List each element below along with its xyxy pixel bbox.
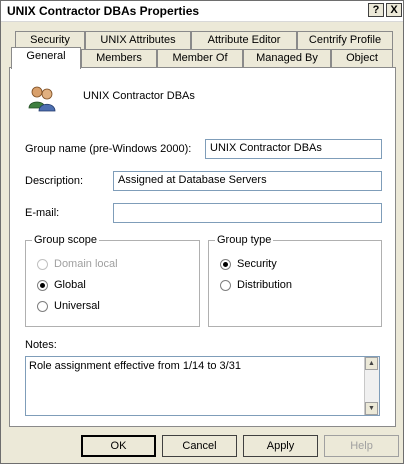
ok-button[interactable]: OK	[81, 435, 156, 457]
general-tab-panel: UNIX Contractor DBAs Group name (pre-Win…	[9, 67, 396, 427]
apply-button[interactable]: Apply	[243, 435, 318, 457]
close-title-button[interactable]: X	[386, 3, 402, 17]
group-type-box: Group type Security Distribution	[208, 234, 382, 327]
security-radio[interactable]	[220, 259, 231, 270]
scroll-up-arrow-icon[interactable]: ▲	[365, 357, 378, 370]
global-radio[interactable]	[37, 280, 48, 291]
scroll-down-arrow-icon[interactable]: ▼	[365, 402, 378, 415]
users-group-icon	[28, 86, 56, 112]
notes-textarea[interactable]: Role assignment effective from 1/14 to 3…	[25, 356, 380, 416]
email-label: E-mail:	[25, 207, 60, 219]
group-scope-box: Group scope Domain local Global Universa…	[25, 234, 200, 327]
tab-attribute-editor[interactable]: Attribute Editor	[191, 31, 297, 49]
window-title: UNIX Contractor DBAs Properties	[7, 4, 200, 18]
description-field[interactable]: Assigned at Database Servers	[113, 171, 382, 191]
global-label: Global	[54, 279, 86, 291]
group-name-field[interactable]: UNIX Contractor DBAs	[205, 139, 382, 159]
universal-label: Universal	[54, 300, 100, 312]
tab-centrify-profile[interactable]: Centrify Profile	[297, 31, 393, 49]
domain-local-label: Domain local	[54, 258, 118, 270]
tab-general[interactable]: General	[11, 47, 81, 69]
tab-unix-attributes[interactable]: UNIX Attributes	[85, 31, 191, 49]
notes-label: Notes:	[25, 339, 57, 351]
group-name-label: Group name (pre-Windows 2000):	[25, 143, 192, 155]
group-scope-legend: Group scope	[32, 234, 99, 246]
distribution-label: Distribution	[237, 279, 293, 291]
help-button[interactable]: Help	[324, 435, 399, 457]
tab-managed-by[interactable]: Managed By	[243, 49, 331, 67]
security-label: Security	[237, 258, 277, 270]
title-bar[interactable]: UNIX Contractor DBAs Properties ? X	[1, 1, 403, 22]
notes-text: Role assignment effective from 1/14 to 3…	[29, 360, 241, 372]
cancel-button[interactable]: Cancel	[162, 435, 237, 457]
properties-dialog: UNIX Contractor DBAs Properties ? X Secu…	[0, 0, 404, 464]
distribution-radio[interactable]	[220, 280, 231, 291]
tab-members[interactable]: Members	[81, 49, 157, 67]
email-field[interactable]	[113, 203, 382, 223]
tab-object[interactable]: Object	[331, 49, 393, 67]
tab-member-of[interactable]: Member Of	[157, 49, 243, 67]
help-title-button[interactable]: ?	[368, 3, 384, 17]
group-type-legend: Group type	[215, 234, 274, 246]
notes-scrollbar[interactable]: ▲ ▼	[364, 357, 379, 415]
description-label: Description:	[25, 175, 84, 187]
group-display-name: UNIX Contractor DBAs	[83, 90, 195, 102]
universal-radio[interactable]	[37, 301, 48, 312]
domain-local-radio[interactable]	[37, 259, 48, 270]
